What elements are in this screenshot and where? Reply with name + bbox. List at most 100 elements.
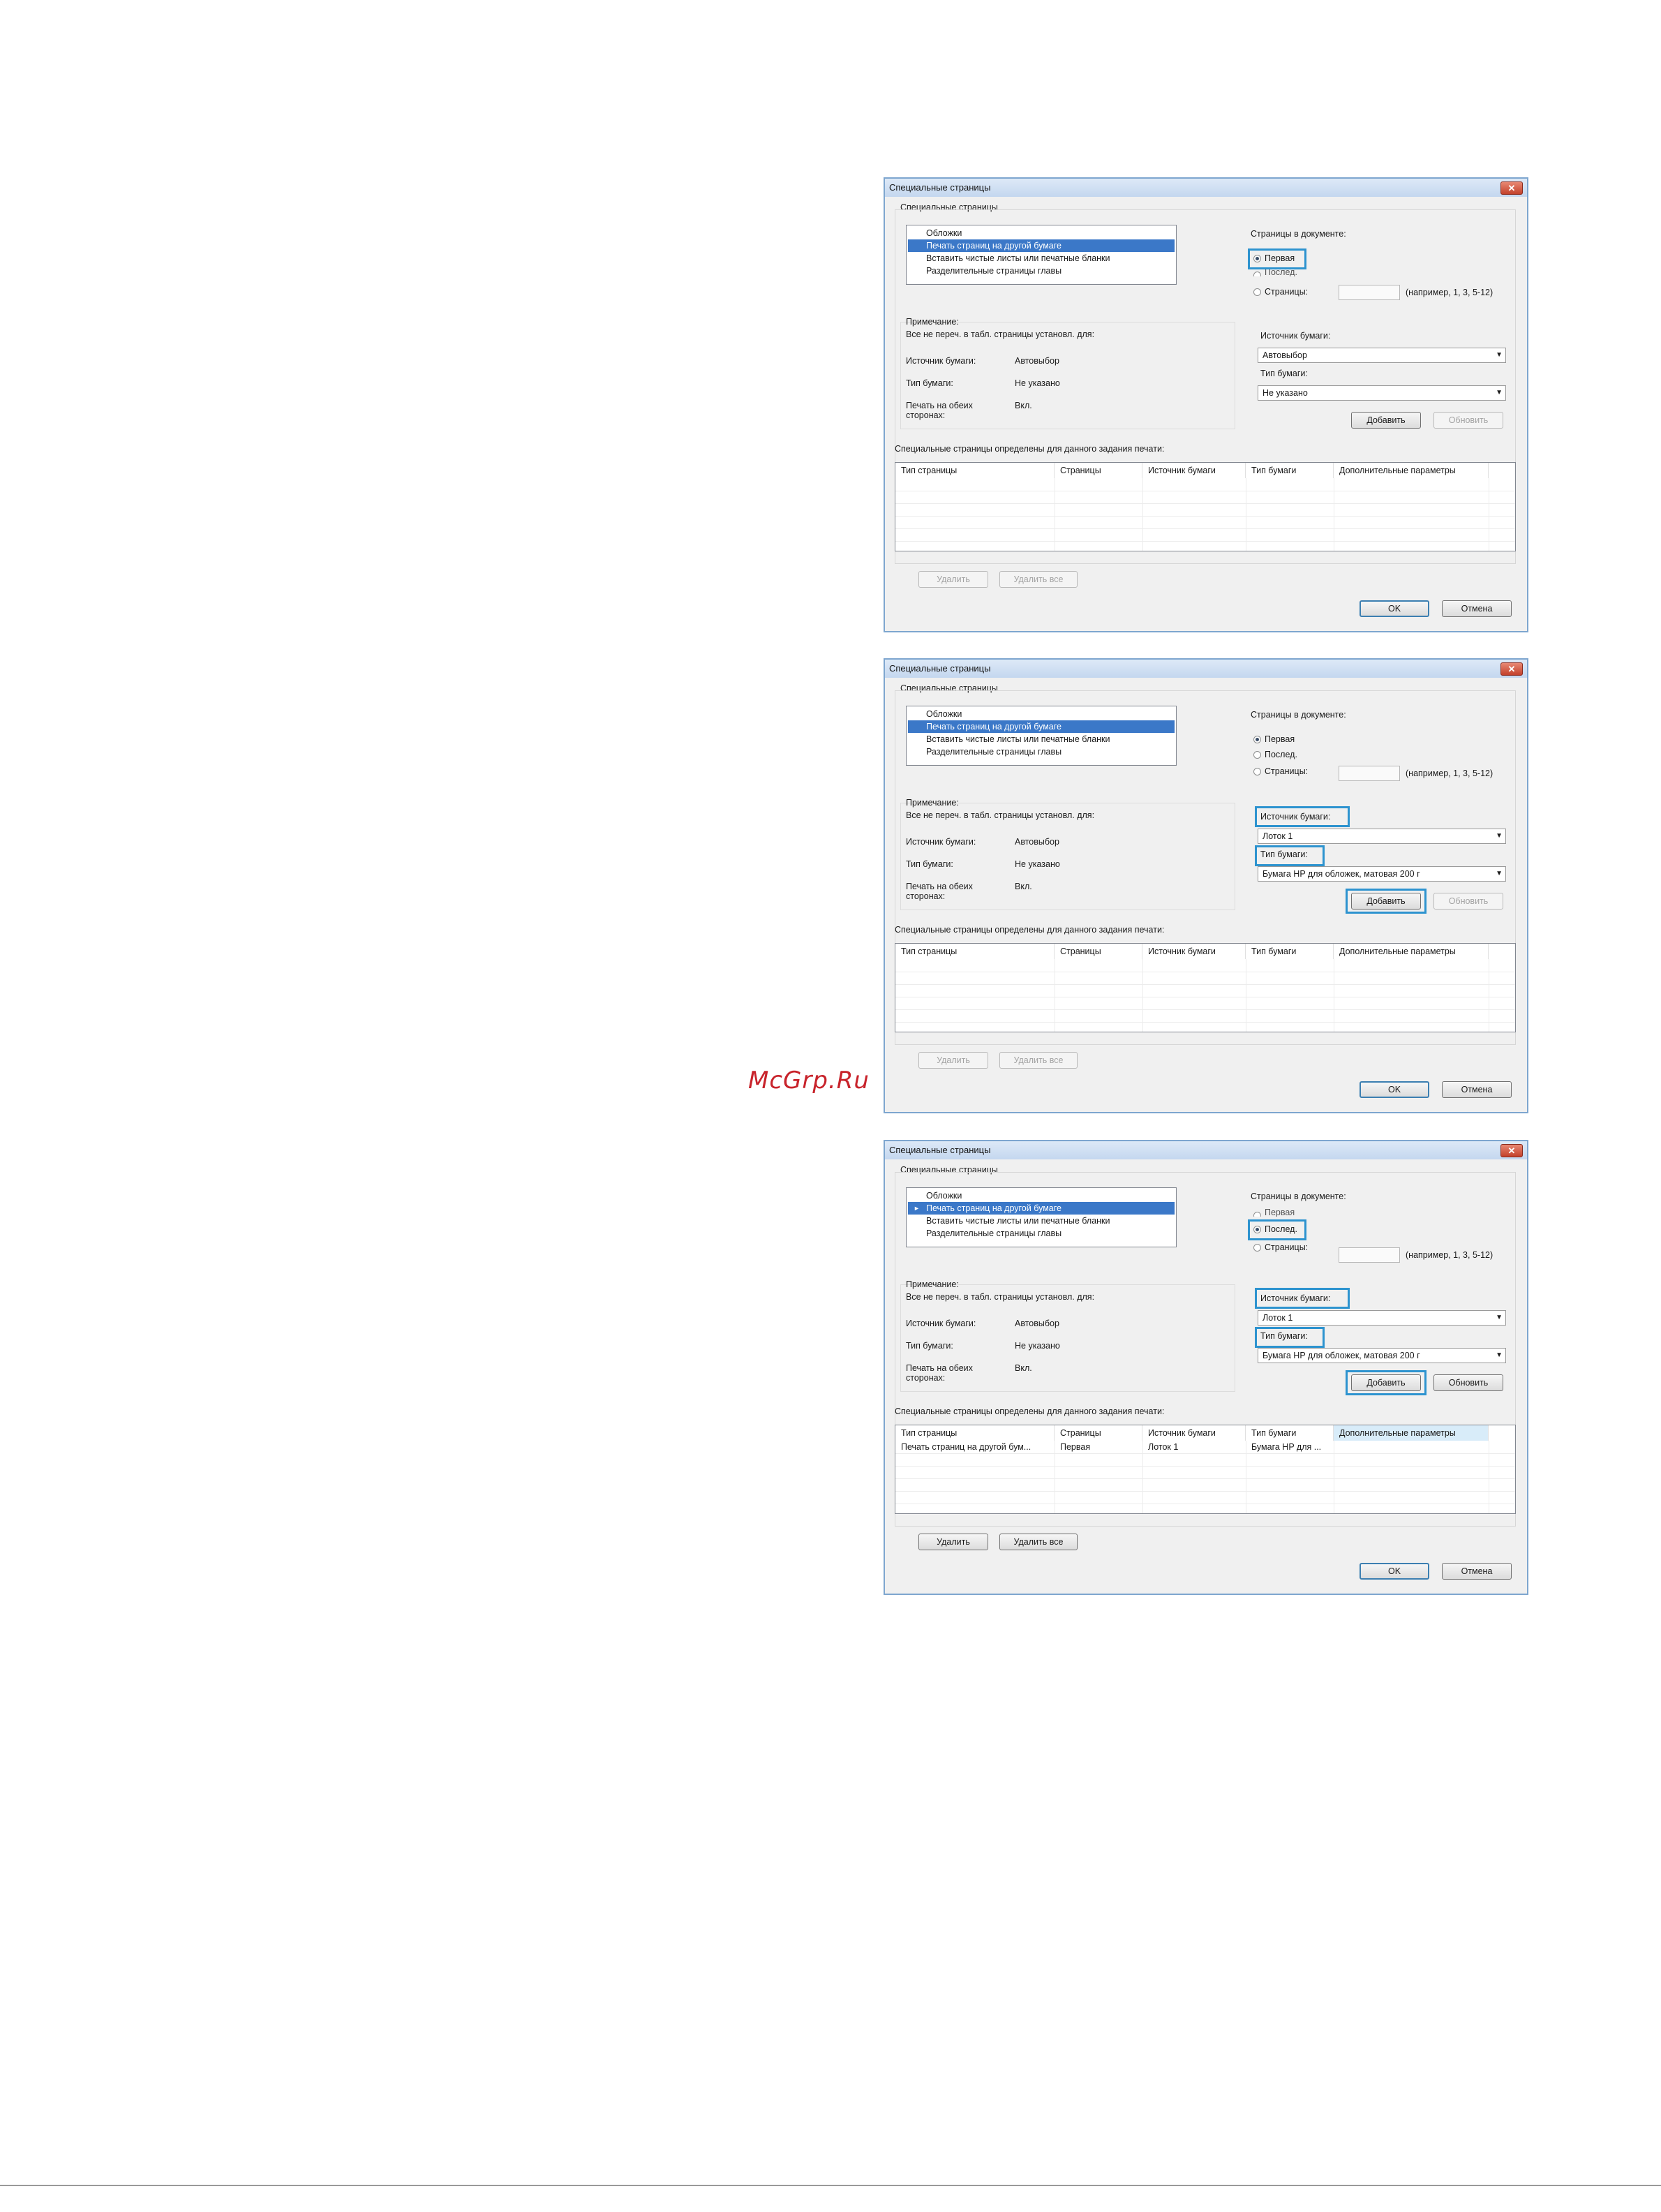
table-cell[interactable]: Бумага HP для ... [1246, 1441, 1334, 1453]
column-header[interactable]: Источник бумаги [1142, 944, 1246, 959]
combo-value: Бумага HP для обложек, матовая 200 г [1262, 869, 1420, 879]
setting-key: Источник бумаги: [906, 356, 976, 366]
radio-last[interactable]: Послед. [1252, 748, 1371, 762]
table-section-label: Специальные страницы определены для данн… [895, 444, 1165, 454]
column-header[interactable]: Источник бумаги [1142, 1425, 1246, 1441]
column-header[interactable]: Страницы [1055, 1425, 1142, 1441]
ok-button[interactable]: OK [1360, 1563, 1429, 1580]
update-button[interactable]: Обновить [1433, 1374, 1503, 1391]
table-cell[interactable]: Печать страниц на другой бум... [895, 1441, 1055, 1453]
special-pages-table: Тип страницы Страницы Источник бумаги Ти… [895, 462, 1516, 551]
column-header[interactable]: Источник бумаги [1142, 463, 1246, 478]
list-item[interactable]: Вставить чистые листы или печатные бланк… [908, 733, 1175, 745]
delete-all-button[interactable]: Удалить все [999, 1052, 1078, 1069]
paper-source-select[interactable]: Лоток 1 ▼ [1258, 1310, 1506, 1326]
list-item[interactable]: Разделительные страницы главы [908, 265, 1175, 277]
setting-value: Автовыбор [1015, 837, 1059, 847]
column-divider [1142, 959, 1143, 1032]
list-item[interactable]: Вставить чистые листы или печатные бланк… [908, 252, 1175, 265]
delete-button[interactable]: Удалить [918, 1534, 988, 1550]
special-pages-table: Тип страницы Страницы Источник бумаги Ти… [895, 1425, 1516, 1514]
delete-button[interactable]: Удалить [918, 1052, 988, 1069]
column-header[interactable]: Тип бумаги [1246, 463, 1334, 478]
row-divider [895, 528, 1515, 529]
ok-button[interactable]: OK [1360, 1081, 1429, 1098]
list-item-selected[interactable]: ► Печать страниц на другой бумаге [908, 1202, 1175, 1215]
column-divider [1142, 1441, 1143, 1513]
update-button[interactable]: Обновить [1433, 412, 1503, 429]
column-header[interactable]: Тип бумаги [1246, 1425, 1334, 1441]
setting-key: Тип бумаги: [906, 1341, 953, 1351]
list-item-label: Разделительные страницы главы [926, 266, 1062, 276]
close-icon[interactable]: ✕ [1500, 662, 1523, 676]
page: { "watermark": "McGrp.Ru", "shots": [ { … [0, 0, 1661, 2212]
ok-button[interactable]: OK [1360, 600, 1429, 617]
highlight-paper-type-label [1255, 845, 1325, 866]
add-button[interactable]: Добавить [1351, 412, 1421, 429]
setting-value: Вкл. [1015, 882, 1032, 891]
combo-value: Лоток 1 [1262, 831, 1293, 841]
table-cell[interactable]: Лоток 1 [1142, 1441, 1246, 1453]
column-header[interactable]: Дополнительные параметры [1334, 463, 1489, 478]
delete-button[interactable]: Удалить [918, 571, 988, 588]
list-item-selected[interactable]: Печать страниц на другой бумаге [908, 720, 1175, 733]
update-button[interactable]: Обновить [1433, 893, 1503, 910]
setting-key: Источник бумаги: [906, 837, 976, 847]
row-divider [895, 1022, 1515, 1023]
page-type-list[interactable]: Обложки Печать страниц на другой бумаге … [906, 225, 1177, 285]
paper-source-select[interactable]: Лоток 1 ▼ [1258, 829, 1506, 844]
special-pages-table: Тип страницы Страницы Источник бумаги Ти… [895, 943, 1516, 1032]
list-item-selected[interactable]: Печать страниц на другой бумаге [908, 239, 1175, 252]
column-header[interactable]: Страницы [1055, 944, 1142, 959]
setting-value: Автовыбор [1015, 1319, 1059, 1328]
setting-key: Источник бумаги: [906, 1319, 976, 1328]
delete-all-button[interactable]: Удалить все [999, 571, 1078, 588]
column-header[interactable]: Тип страницы [895, 463, 1055, 478]
list-item[interactable]: Обложки [908, 1189, 1175, 1202]
column-header[interactable]: Дополнительные параметры [1334, 944, 1489, 959]
paper-type-label: Тип бумаги: [1260, 369, 1308, 378]
list-item[interactable]: Вставить чистые листы или печатные бланк… [908, 1215, 1175, 1227]
column-header[interactable]: Тип страницы [895, 1425, 1055, 1441]
combo-value: Автовыбор [1262, 350, 1307, 360]
cancel-button[interactable]: Отмена [1442, 600, 1512, 617]
list-item[interactable]: Обложки [908, 708, 1175, 720]
column-header[interactable]: Дополнительные параметры [1334, 1425, 1489, 1441]
list-item[interactable]: Разделительные страницы главы [908, 745, 1175, 758]
note-text: Все не переч. в табл. страницы установл.… [906, 329, 1095, 339]
pages-in-document-label: Страницы в документе: [1251, 229, 1346, 239]
list-item[interactable]: Обложки [908, 227, 1175, 239]
triangle-right-icon: ► [914, 1205, 920, 1212]
title-bar: Специальные страницы ✕ [885, 660, 1527, 678]
column-header[interactable]: Страницы [1055, 463, 1142, 478]
range-hint: (например, 1, 3, 5-12) [1406, 288, 1494, 297]
table-section-label: Специальные страницы определены для данн… [895, 925, 1165, 935]
page-type-list[interactable]: Обложки ► Печать страниц на другой бумаге… [906, 1187, 1177, 1247]
radio-first[interactable]: Первая [1252, 732, 1371, 746]
paper-type-select[interactable]: Не указано ▼ [1258, 385, 1506, 401]
setting-key: Печать на обеих сторонах: [906, 401, 973, 420]
page-range-input[interactable] [1339, 766, 1400, 781]
page-type-list[interactable]: Обложки Печать страниц на другой бумаге … [906, 706, 1177, 766]
column-header[interactable]: Тип страницы [895, 944, 1055, 959]
radio-first[interactable]: Первая [1252, 1208, 1371, 1217]
column-header[interactable]: Тип бумаги [1246, 944, 1334, 959]
list-item[interactable]: Разделительные страницы главы [908, 1227, 1175, 1240]
cancel-button[interactable]: Отмена [1442, 1081, 1512, 1098]
special-pages-dialog-2: Специальные страницы ✕ Специальные стран… [884, 658, 1528, 1113]
page-range-input[interactable] [1339, 285, 1400, 300]
close-icon[interactable]: ✕ [1500, 1144, 1523, 1157]
page-range-input[interactable] [1339, 1247, 1400, 1263]
table-cell[interactable]: Первая [1055, 1441, 1142, 1453]
cancel-button[interactable]: Отмена [1442, 1563, 1512, 1580]
highlight-last-radio [1248, 1219, 1306, 1240]
paper-source-select[interactable]: Автовыбор ▼ [1258, 348, 1506, 363]
list-item-label: Обложки [926, 1191, 962, 1201]
delete-all-button[interactable]: Удалить все [999, 1534, 1078, 1550]
setting-key: Тип бумаги: [906, 378, 953, 388]
paper-type-select[interactable]: Бумага HP для обложек, матовая 200 г ▼ [1258, 866, 1506, 882]
close-icon[interactable]: ✕ [1500, 181, 1523, 195]
highlight-add-button [1346, 1370, 1427, 1395]
special-pages-dialog-1: Специальные страницы ✕ Специальные стран… [884, 177, 1528, 632]
paper-type-select[interactable]: Бумага HP для обложек, матовая 200 г ▼ [1258, 1348, 1506, 1363]
